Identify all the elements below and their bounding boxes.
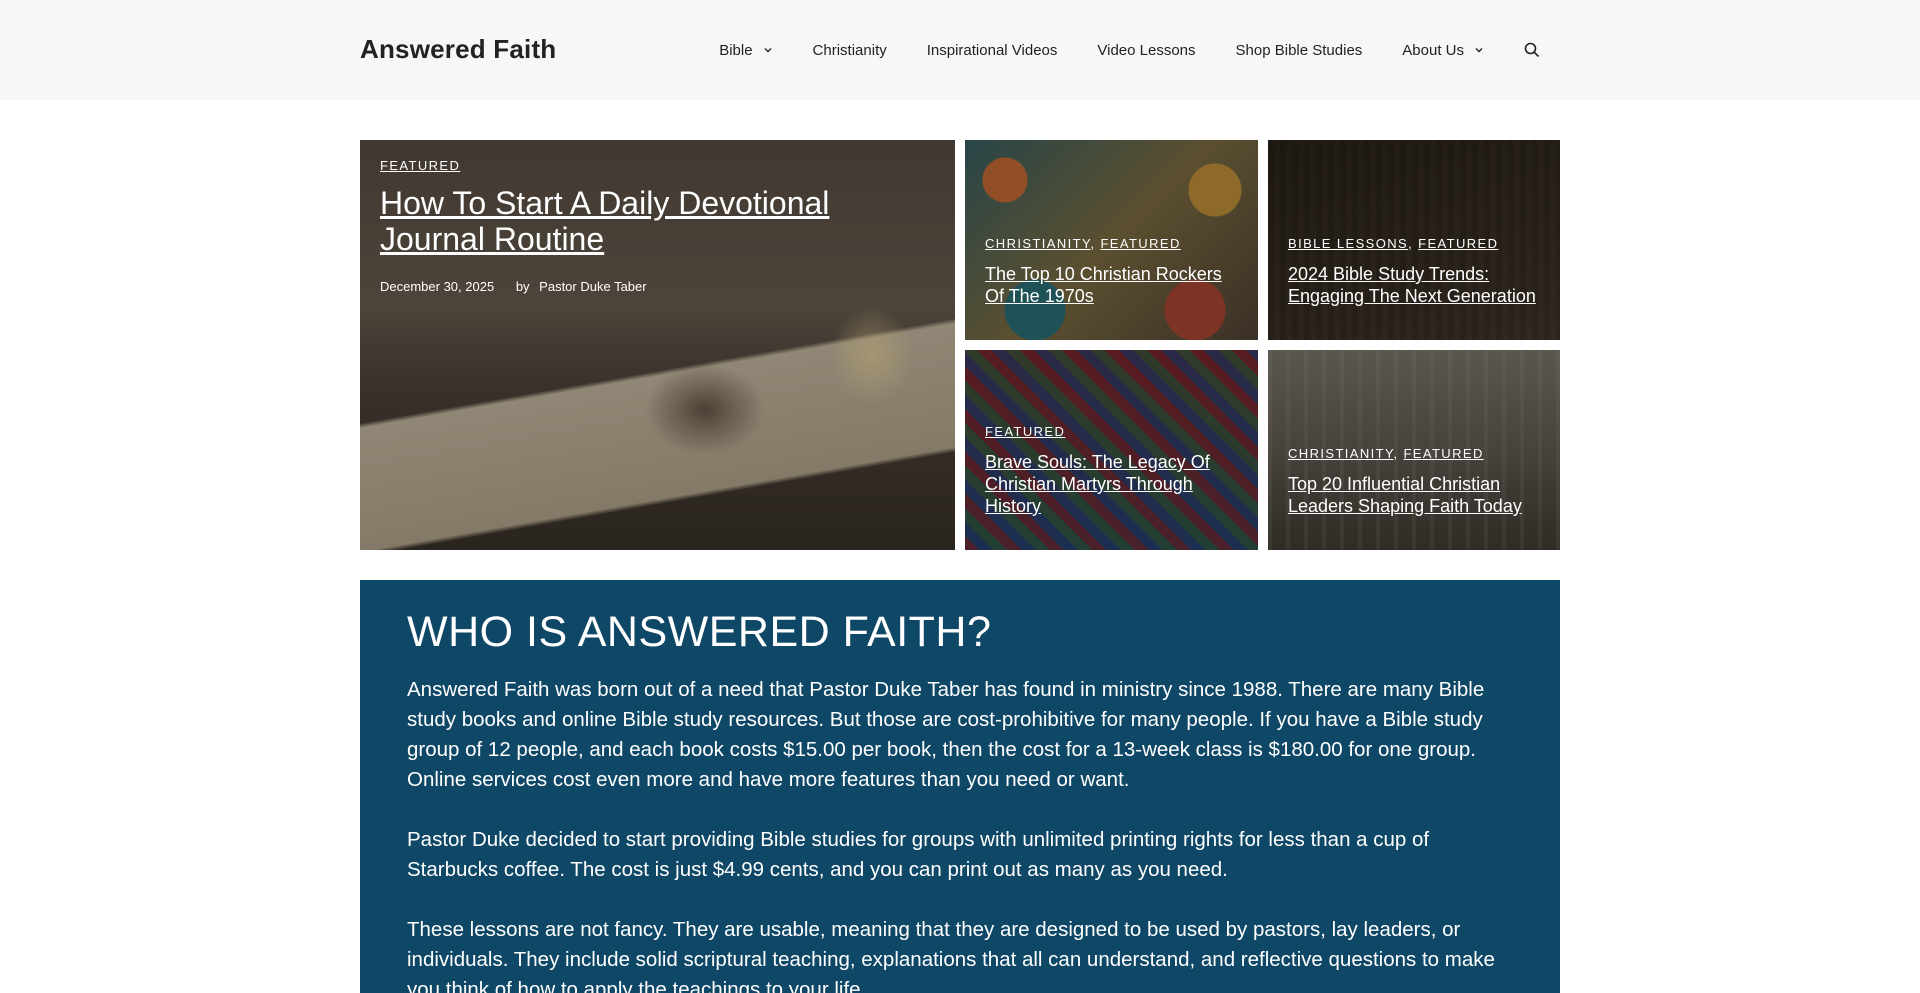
post-categories: Featured: [380, 158, 937, 173]
about-paragraph: Pastor Duke decided to start providing B…: [407, 828, 1430, 881]
category-link[interactable]: Featured: [1418, 236, 1498, 251]
nav-item-video-lessons[interactable]: Video Lessons: [1077, 42, 1215, 59]
nav-item-about-us[interactable]: About Us: [1382, 42, 1504, 59]
site-header: Answered Faith Bible Christianity Inspir…: [0, 0, 1920, 100]
post-author[interactable]: Pastor Duke Taber: [539, 279, 646, 294]
post-by: by: [515, 279, 530, 294]
nav-item-label: Christianity: [812, 41, 887, 59]
featured-post-tile[interactable]: Christianity, Featured Top 20 Influentia…: [1268, 350, 1560, 550]
main-nav: Bible Christianity Inspirational Videos …: [699, 0, 1560, 100]
category-link[interactable]: Christianity: [1288, 446, 1393, 461]
nav-item-label: Video Lessons: [1097, 41, 1196, 59]
featured-post-main[interactable]: Featured How To Start A Daily Devotional…: [360, 140, 955, 550]
nav-item-label: Bible: [719, 41, 753, 59]
nav-item-inspirational-videos[interactable]: Inspirational Videos: [907, 42, 1078, 59]
post-categories: Bible Lessons, Featured: [1288, 236, 1499, 251]
category-link[interactable]: Featured: [1403, 446, 1483, 461]
featured-post-tile[interactable]: Christianity, Featured The Top 10 Christ…: [965, 140, 1258, 340]
category-link[interactable]: Featured: [1100, 236, 1180, 251]
nav-item-shop-bible-studies[interactable]: Shop Bible Studies: [1216, 42, 1383, 59]
post-title[interactable]: Top 20 Influential Christian Leaders Sha…: [1288, 473, 1542, 517]
featured-post-tile[interactable]: Featured Brave Souls: The Legacy Of Chri…: [965, 350, 1258, 550]
featured-posts-grid: Featured How To Start A Daily Devotional…: [360, 140, 1560, 550]
chevron-down-icon: [764, 48, 772, 53]
featured-post-tile[interactable]: Bible Lessons, Featured 2024 Bible Study…: [1268, 140, 1560, 340]
post-title[interactable]: The Top 10 Christian Rockers Of The 1970…: [985, 263, 1240, 307]
nav-item-bible[interactable]: Bible: [699, 42, 792, 59]
post-title[interactable]: 2024 Bible Study Trends: Engaging The Ne…: [1288, 263, 1542, 307]
post-categories: Christianity, Featured: [985, 236, 1181, 251]
nav-item-christianity[interactable]: Christianity: [793, 42, 907, 59]
post-date: December 30, 2025: [380, 279, 495, 294]
post-categories: Featured: [985, 424, 1240, 439]
nav-item-label: Shop Bible Studies: [1235, 41, 1363, 59]
about-section: WHO IS ANSWERED FAITH? Answered Faith wa…: [360, 580, 1560, 993]
nav-item-label: Inspirational Videos: [926, 41, 1058, 59]
post-meta: December 30, 2025 by Pastor Duke Taber: [380, 279, 937, 294]
site-title[interactable]: Answered Faith: [360, 34, 556, 65]
category-link[interactable]: Christianity: [985, 236, 1090, 251]
nav-item-label: About Us: [1402, 41, 1464, 59]
category-link[interactable]: Featured: [985, 424, 1065, 439]
about-heading: WHO IS ANSWERED FAITH?: [407, 608, 992, 656]
post-title[interactable]: Brave Souls: The Legacy Of Christian Mar…: [985, 451, 1240, 517]
post-title[interactable]: How To Start A Daily Devotional Journal …: [380, 185, 937, 257]
category-link[interactable]: Bible Lessons: [1288, 236, 1408, 251]
search-icon: [1524, 42, 1540, 58]
chevron-down-icon: [1475, 48, 1483, 53]
category-link[interactable]: Featured: [380, 158, 460, 173]
post-categories: Christianity, Featured: [1288, 446, 1484, 461]
search-button[interactable]: [1504, 42, 1560, 58]
about-paragraph: Answered Faith was born out of a need th…: [407, 678, 1485, 791]
about-paragraph: These lessons are not fancy. They are us…: [407, 918, 1495, 993]
